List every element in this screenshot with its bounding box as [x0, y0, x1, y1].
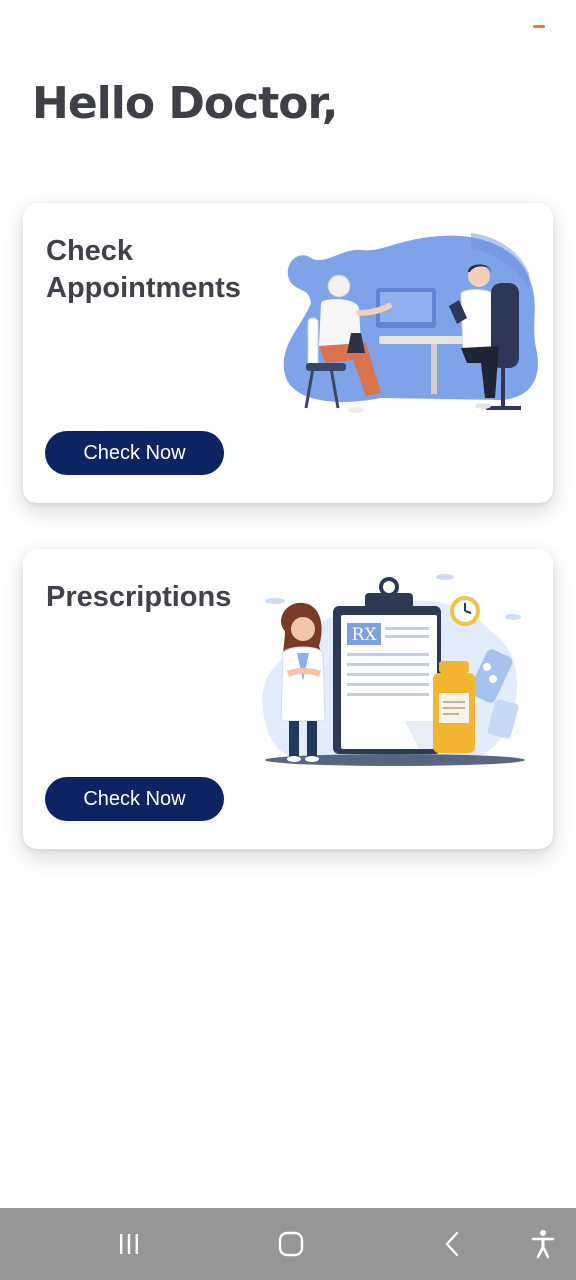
page-title: Hello Doctor,	[32, 78, 338, 129]
prescriptions-card: Prescriptions RX Check Now	[23, 549, 553, 849]
doctor-patient-illustration	[283, 233, 538, 413]
system-navigation-bar	[0, 1208, 576, 1280]
menu-icon[interactable]	[533, 25, 545, 28]
check-appointments-button[interactable]: Check Now	[45, 431, 224, 475]
appointments-card-title: Check Appointments	[46, 235, 241, 304]
app-screen: Hello Doctor, Check Appointments Check N…	[0, 0, 576, 1280]
home-icon[interactable]	[262, 1208, 320, 1280]
recent-apps-icon[interactable]	[100, 1208, 158, 1280]
back-icon[interactable]	[424, 1208, 482, 1280]
check-prescriptions-button[interactable]: Check Now	[45, 777, 224, 821]
appointments-card: Check Appointments Check Now	[23, 203, 553, 503]
accessibility-icon[interactable]	[516, 1208, 570, 1280]
rx-label: RX	[352, 625, 378, 645]
prescription-clipboard-illustration: RX	[262, 574, 525, 766]
prescriptions-card-title: Prescriptions	[46, 581, 232, 613]
